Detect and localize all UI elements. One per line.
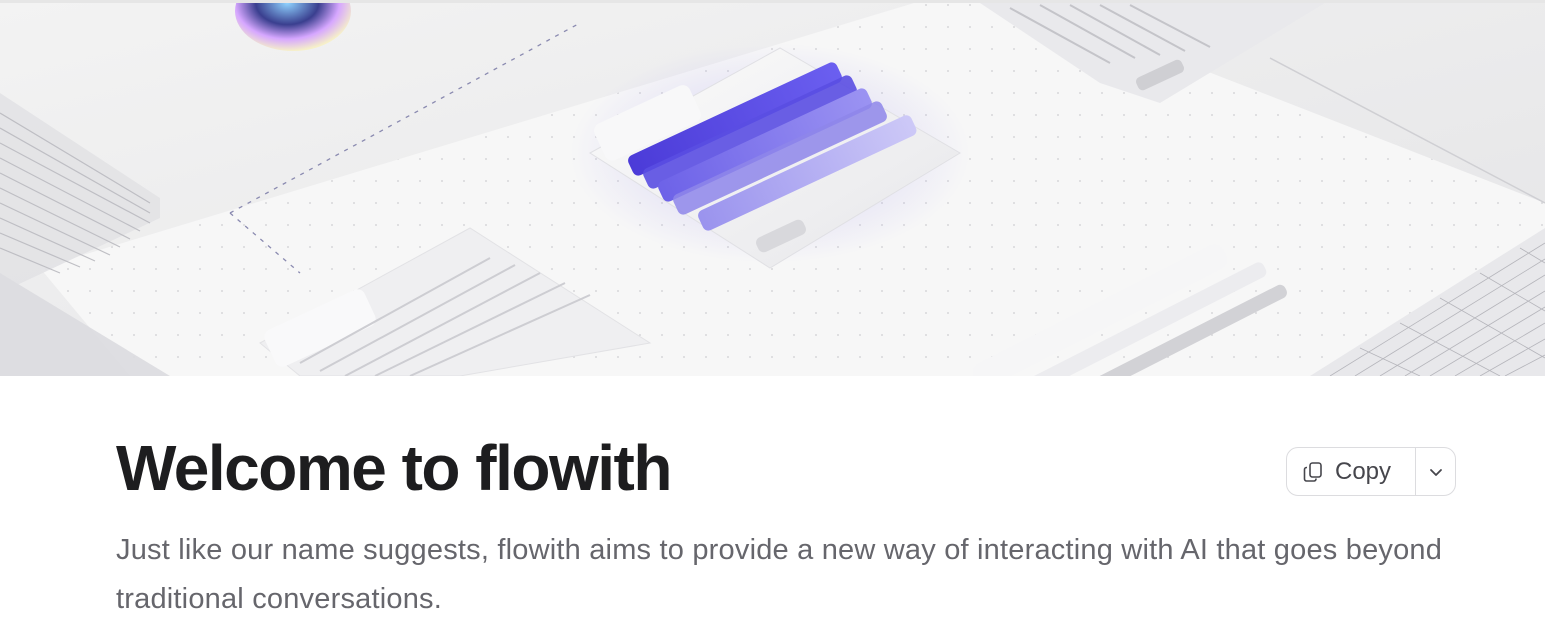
copy-button[interactable]: Copy: [1287, 448, 1415, 495]
hero-illustration: [0, 3, 1545, 376]
copy-button-group: Copy: [1286, 447, 1456, 496]
hero-banner: [0, 3, 1545, 376]
page-title: Welcome to flowith: [116, 432, 672, 504]
page-subtitle: Just like our name suggests, flowith aim…: [116, 534, 1443, 615]
copy-button-label: Copy: [1335, 457, 1392, 485]
chevron-down-icon: [1426, 462, 1446, 482]
copy-icon: [1301, 460, 1325, 484]
page: Welcome to flowith Just like our name su…: [0, 0, 1545, 638]
copy-options-dropdown[interactable]: [1416, 448, 1455, 495]
